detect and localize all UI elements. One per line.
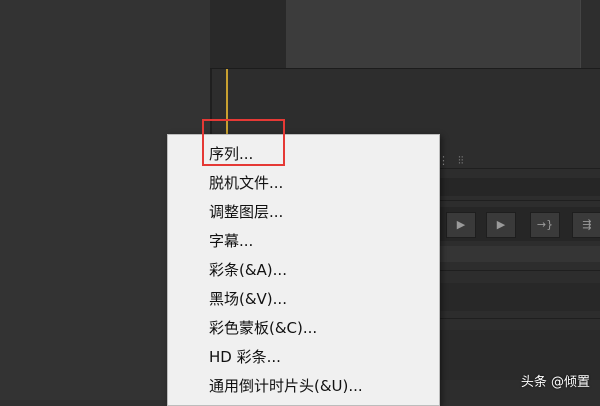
menu-item-hd-bars-and-tone[interactable]: HD 彩条... bbox=[209, 345, 281, 369]
insert-icon: →} bbox=[536, 218, 554, 231]
menu-item-black-video[interactable]: 黑场(&V)... bbox=[209, 287, 287, 311]
program-monitor bbox=[286, 0, 580, 68]
highlight-annotation-box bbox=[202, 119, 285, 166]
menu-item-offline-file[interactable]: 脱机文件... bbox=[209, 171, 283, 195]
track-divider bbox=[438, 168, 600, 169]
play-icon: ▶ bbox=[456, 218, 466, 231]
track-divider bbox=[438, 318, 600, 319]
step-forward-icon: ▶ bbox=[496, 218, 506, 231]
track-header bbox=[438, 178, 600, 196]
timeline-ruler bbox=[438, 246, 600, 262]
step-forward-button[interactable]: ▶ bbox=[486, 212, 516, 238]
watermark-text: 头条 @倾置 bbox=[520, 375, 590, 390]
overwrite-icon: ⇶ bbox=[582, 218, 592, 231]
menu-item-adjustment-layer[interactable]: 调整图层... bbox=[209, 200, 283, 224]
menu-item-universal-counting-leader[interactable]: 通用倒计时片头(&U)... bbox=[209, 374, 363, 398]
menu-item-bars-and-tone[interactable]: 彩条(&A)... bbox=[209, 258, 287, 282]
new-item-context-menu: 序列... 脱机文件... 调整图层... 字幕... 彩条(&A)... 黑场… bbox=[167, 134, 440, 406]
menu-item-color-matte[interactable]: 彩色蒙板(&C)... bbox=[209, 316, 317, 340]
track-divider bbox=[438, 200, 600, 201]
track-divider bbox=[438, 270, 600, 271]
overwrite-button[interactable]: ⇶ bbox=[572, 212, 600, 238]
video-track bbox=[438, 283, 600, 311]
menu-item-title[interactable]: 字幕... bbox=[209, 229, 253, 253]
monitor-right-edge bbox=[580, 0, 600, 68]
insert-button[interactable]: →} bbox=[530, 212, 560, 238]
audio-waveform-icon[interactable]: ⫶⫶ bbox=[458, 154, 464, 168]
play-button[interactable]: ▶ bbox=[446, 212, 476, 238]
